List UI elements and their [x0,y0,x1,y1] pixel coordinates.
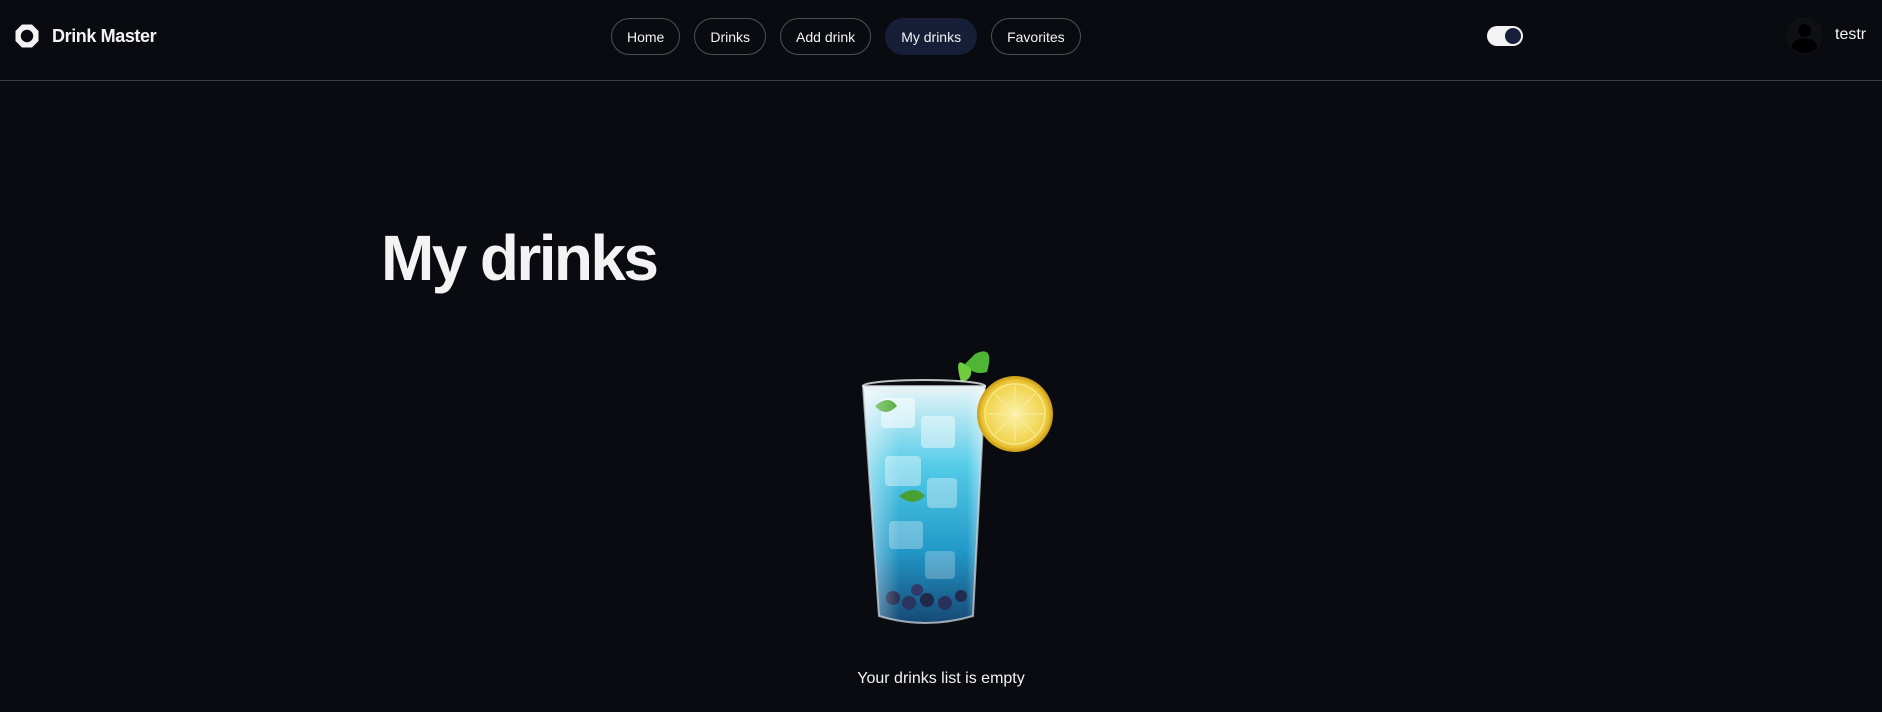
user-menu[interactable]: testr [1786,16,1866,54]
nav-drinks[interactable]: Drinks [694,18,767,55]
empty-state-message: Your drinks list is empty [857,670,1025,687]
toggle-knob [1505,28,1521,44]
top-header: Drink Master Home Drinks Add drink My dr… [0,0,1882,81]
theme-toggle[interactable] [1487,26,1523,46]
user-name: testr [1835,26,1867,43]
app-name: Drink Master [52,25,157,46]
page-title: My drinks [381,222,659,294]
nav-add-drink[interactable]: Add drink [780,18,872,55]
nav-favorites[interactable]: Favorites [991,18,1081,55]
logo-link[interactable]: Drink Master [14,21,157,51]
logo-icon [15,24,39,48]
nav-my-drinks[interactable]: My drinks [885,18,978,55]
user-silhouette-icon [1786,16,1823,54]
nav-home[interactable]: Home [611,18,681,55]
cocktail-illustration [861,351,1053,624]
main-nav: Home Drinks Add drink My drinks Favorite… [611,18,1081,55]
